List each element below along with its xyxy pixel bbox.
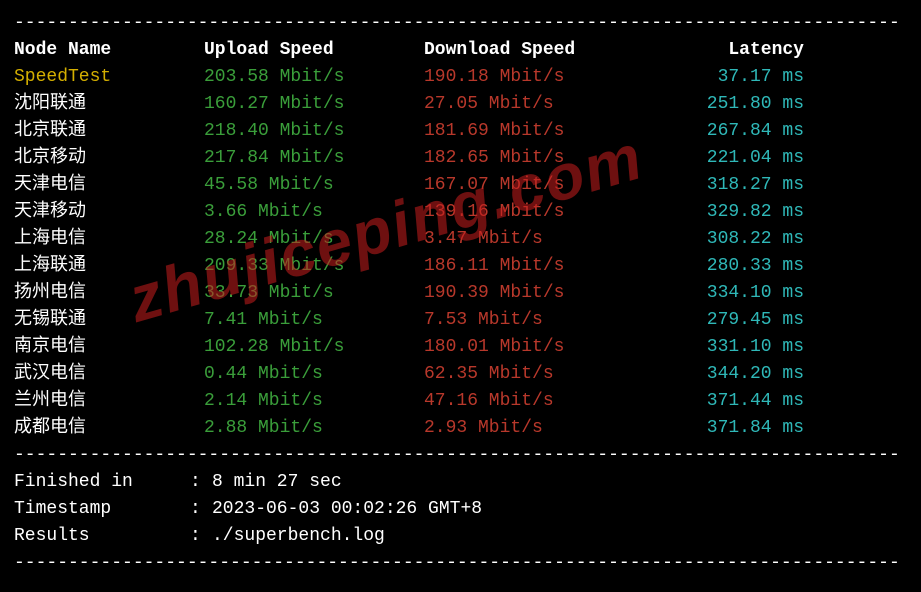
node-name: 扬州电信	[14, 280, 204, 307]
download-speed: 3.47 Mbit/s	[424, 226, 664, 253]
table-row: 天津电信45.58 Mbit/s167.07 Mbit/s318.27 ms	[14, 172, 907, 199]
speedtest-upload: 203.58 Mbit/s	[204, 64, 424, 91]
node-name: 武汉电信	[14, 361, 204, 388]
latency: 371.44 ms	[664, 388, 804, 415]
node-name: 无锡联通	[14, 307, 204, 334]
table-row: 扬州电信33.73 Mbit/s190.39 Mbit/s334.10 ms	[14, 280, 907, 307]
upload-speed: 2.88 Mbit/s	[204, 415, 424, 442]
download-speed: 190.39 Mbit/s	[424, 280, 664, 307]
footer-finished-value: 8 min 27 sec	[212, 469, 342, 496]
table-row: 武汉电信0.44 Mbit/s62.35 Mbit/s344.20 ms	[14, 361, 907, 388]
table-row: 北京移动217.84 Mbit/s182.65 Mbit/s221.04 ms	[14, 145, 907, 172]
upload-speed: 2.14 Mbit/s	[204, 388, 424, 415]
table-row: 沈阳联通160.27 Mbit/s27.05 Mbit/s251.80 ms	[14, 91, 907, 118]
footer-finished: Finished in : 8 min 27 sec	[14, 469, 907, 496]
footer-sep: :	[190, 523, 212, 550]
divider-mid: ----------------------------------------…	[14, 442, 907, 469]
upload-speed: 217.84 Mbit/s	[204, 145, 424, 172]
node-name: 上海联通	[14, 253, 204, 280]
table-row: 上海电信28.24 Mbit/s3.47 Mbit/s308.22 ms	[14, 226, 907, 253]
download-speed: 186.11 Mbit/s	[424, 253, 664, 280]
download-speed: 167.07 Mbit/s	[424, 172, 664, 199]
upload-speed: 45.58 Mbit/s	[204, 172, 424, 199]
table-row: 天津移动3.66 Mbit/s139.16 Mbit/s329.82 ms	[14, 199, 907, 226]
node-name: 天津移动	[14, 199, 204, 226]
footer-results: Results : ./superbench.log	[14, 523, 907, 550]
node-name: 上海电信	[14, 226, 204, 253]
upload-speed: 3.66 Mbit/s	[204, 199, 424, 226]
upload-speed: 0.44 Mbit/s	[204, 361, 424, 388]
footer-timestamp-label: Timestamp	[14, 496, 190, 523]
download-speed: 7.53 Mbit/s	[424, 307, 664, 334]
footer-sep: :	[190, 496, 212, 523]
divider-bottom: ----------------------------------------…	[14, 550, 907, 577]
speedtest-name: SpeedTest	[14, 64, 204, 91]
node-name: 北京移动	[14, 145, 204, 172]
speedtest-download: 190.18 Mbit/s	[424, 64, 664, 91]
download-speed: 47.16 Mbit/s	[424, 388, 664, 415]
footer-sep: :	[190, 469, 212, 496]
download-speed: 62.35 Mbit/s	[424, 361, 664, 388]
download-speed: 182.65 Mbit/s	[424, 145, 664, 172]
latency: 251.80 ms	[664, 91, 804, 118]
latency: 279.45 ms	[664, 307, 804, 334]
node-name: 天津电信	[14, 172, 204, 199]
download-speed: 27.05 Mbit/s	[424, 91, 664, 118]
upload-speed: 160.27 Mbit/s	[204, 91, 424, 118]
table-row: 南京电信102.28 Mbit/s180.01 Mbit/s331.10 ms	[14, 334, 907, 361]
node-name: 北京联通	[14, 118, 204, 145]
footer-timestamp-value: 2023-06-03 00:02:26 GMT+8	[212, 496, 482, 523]
speedtest-row: SpeedTest 203.58 Mbit/s 190.18 Mbit/s 37…	[14, 64, 907, 91]
latency: 280.33 ms	[664, 253, 804, 280]
header-latency: Latency	[664, 37, 804, 64]
latency: 371.84 ms	[664, 415, 804, 442]
table-header-row: Node Name Upload Speed Download Speed La…	[14, 37, 907, 64]
download-speed: 181.69 Mbit/s	[424, 118, 664, 145]
upload-speed: 209.33 Mbit/s	[204, 253, 424, 280]
upload-speed: 218.40 Mbit/s	[204, 118, 424, 145]
table-row: 上海联通209.33 Mbit/s186.11 Mbit/s280.33 ms	[14, 253, 907, 280]
footer-finished-label: Finished in	[14, 469, 190, 496]
footer-results-label: Results	[14, 523, 190, 550]
upload-speed: 33.73 Mbit/s	[204, 280, 424, 307]
footer-results-value: ./superbench.log	[212, 523, 385, 550]
header-node: Node Name	[14, 37, 204, 64]
latency: 308.22 ms	[664, 226, 804, 253]
header-upload: Upload Speed	[204, 37, 424, 64]
latency: 329.82 ms	[664, 199, 804, 226]
latency: 331.10 ms	[664, 334, 804, 361]
table-body: 沈阳联通160.27 Mbit/s27.05 Mbit/s251.80 ms北京…	[14, 91, 907, 442]
node-name: 兰州电信	[14, 388, 204, 415]
latency: 334.10 ms	[664, 280, 804, 307]
node-name: 成都电信	[14, 415, 204, 442]
latency: 344.20 ms	[664, 361, 804, 388]
upload-speed: 28.24 Mbit/s	[204, 226, 424, 253]
header-download: Download Speed	[424, 37, 664, 64]
divider-top: ----------------------------------------…	[14, 10, 907, 37]
table-row: 成都电信2.88 Mbit/s2.93 Mbit/s371.84 ms	[14, 415, 907, 442]
table-row: 兰州电信2.14 Mbit/s47.16 Mbit/s371.44 ms	[14, 388, 907, 415]
upload-speed: 102.28 Mbit/s	[204, 334, 424, 361]
download-speed: 2.93 Mbit/s	[424, 415, 664, 442]
table-row: 北京联通218.40 Mbit/s181.69 Mbit/s267.84 ms	[14, 118, 907, 145]
node-name: 沈阳联通	[14, 91, 204, 118]
download-speed: 180.01 Mbit/s	[424, 334, 664, 361]
footer-timestamp: Timestamp : 2023-06-03 00:02:26 GMT+8	[14, 496, 907, 523]
latency: 221.04 ms	[664, 145, 804, 172]
download-speed: 139.16 Mbit/s	[424, 199, 664, 226]
upload-speed: 7.41 Mbit/s	[204, 307, 424, 334]
latency: 267.84 ms	[664, 118, 804, 145]
latency: 318.27 ms	[664, 172, 804, 199]
node-name: 南京电信	[14, 334, 204, 361]
speedtest-latency: 37.17 ms	[664, 64, 804, 91]
table-row: 无锡联通7.41 Mbit/s7.53 Mbit/s279.45 ms	[14, 307, 907, 334]
